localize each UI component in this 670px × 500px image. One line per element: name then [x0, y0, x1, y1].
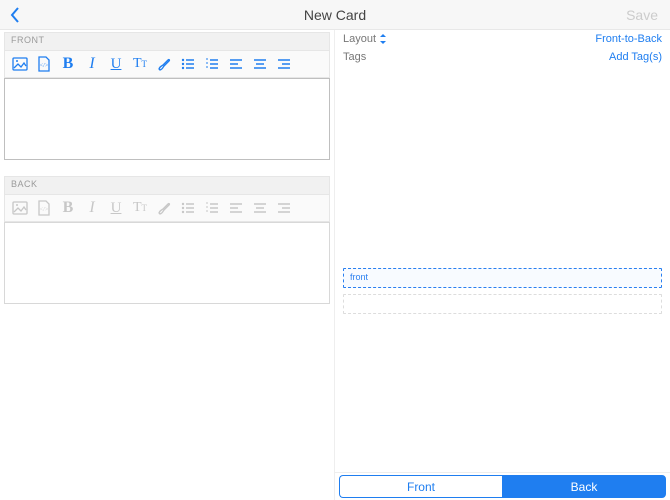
bullet-list-icon [180, 200, 196, 216]
bold-button[interactable]: B [57, 53, 79, 75]
align-center-icon [252, 56, 268, 72]
right-pane: Layout Front-to-Back Tags Add Tag(s) fro… [335, 30, 670, 500]
front-editor: FRONT </> B I U [4, 32, 330, 160]
align-right-icon [276, 56, 292, 72]
insert-file-button[interactable]: </> [33, 53, 55, 75]
numbered-list-button[interactable] [201, 197, 223, 219]
add-tags-button[interactable]: Add Tag(s) [609, 51, 662, 63]
tags-label: Tags [343, 51, 366, 63]
insert-image-button[interactable] [9, 197, 31, 219]
tags-row: Tags Add Tag(s) [335, 48, 670, 66]
align-right-button[interactable] [273, 197, 295, 219]
image-icon [12, 56, 28, 72]
align-left-icon [228, 56, 244, 72]
align-right-icon [276, 200, 292, 216]
layout-label: Layout [343, 33, 376, 45]
back-button[interactable] [10, 7, 20, 23]
left-pane: FRONT </> B I U [0, 30, 335, 500]
color-button[interactable] [153, 53, 175, 75]
align-left-button[interactable] [225, 197, 247, 219]
back-editor: BACK </> B I U [4, 176, 330, 304]
svg-text:</>: </> [40, 207, 49, 213]
layout-row: Layout Front-to-Back [335, 30, 670, 48]
bullet-list-button[interactable] [177, 197, 199, 219]
align-left-button[interactable] [225, 53, 247, 75]
segment-back[interactable]: Back [502, 475, 666, 498]
back-textarea[interactable] [4, 222, 330, 304]
svg-text:</>: </> [40, 63, 49, 69]
insert-file-button[interactable]: </> [33, 197, 55, 219]
page-title: New Card [0, 7, 670, 23]
numbered-list-button[interactable] [201, 53, 223, 75]
preview-front-slot[interactable]: front [343, 268, 662, 288]
bold-button[interactable]: B [57, 197, 79, 219]
preview-area: front [335, 66, 670, 472]
align-left-icon [228, 200, 244, 216]
main: FRONT </> B I U [0, 30, 670, 500]
front-textarea[interactable] [4, 78, 330, 160]
front-editor-label: FRONT [4, 32, 330, 50]
text-size-button[interactable]: TT [129, 197, 151, 219]
color-button[interactable] [153, 197, 175, 219]
brush-icon [156, 56, 172, 72]
segment-front[interactable]: Front [339, 475, 502, 498]
align-right-button[interactable] [273, 53, 295, 75]
brush-icon [156, 200, 172, 216]
underline-button[interactable]: U [105, 197, 127, 219]
front-toolbar: </> B I U TT [4, 50, 330, 78]
sort-icon[interactable] [379, 34, 387, 44]
bullet-list-button[interactable] [177, 53, 199, 75]
side-segmented-control: Front Back [335, 472, 670, 500]
align-center-button[interactable] [249, 53, 271, 75]
underline-button[interactable]: U [105, 53, 127, 75]
preview-back-slot[interactable] [343, 294, 662, 314]
italic-button[interactable]: I [81, 197, 103, 219]
file-icon: </> [36, 200, 52, 216]
file-icon: </> [36, 56, 52, 72]
align-center-button[interactable] [249, 197, 271, 219]
image-icon [12, 200, 28, 216]
align-center-icon [252, 200, 268, 216]
top-bar: New Card Save [0, 0, 670, 30]
bullet-list-icon [180, 56, 196, 72]
back-toolbar: </> B I U TT [4, 194, 330, 222]
back-editor-label: BACK [4, 176, 330, 194]
insert-image-button[interactable] [9, 53, 31, 75]
chevron-left-icon [10, 7, 20, 23]
text-size-button[interactable]: TT [129, 53, 151, 75]
numbered-list-icon [204, 56, 220, 72]
save-button: Save [626, 7, 658, 23]
numbered-list-icon [204, 200, 220, 216]
italic-button[interactable]: I [81, 53, 103, 75]
layout-value[interactable]: Front-to-Back [595, 33, 662, 45]
